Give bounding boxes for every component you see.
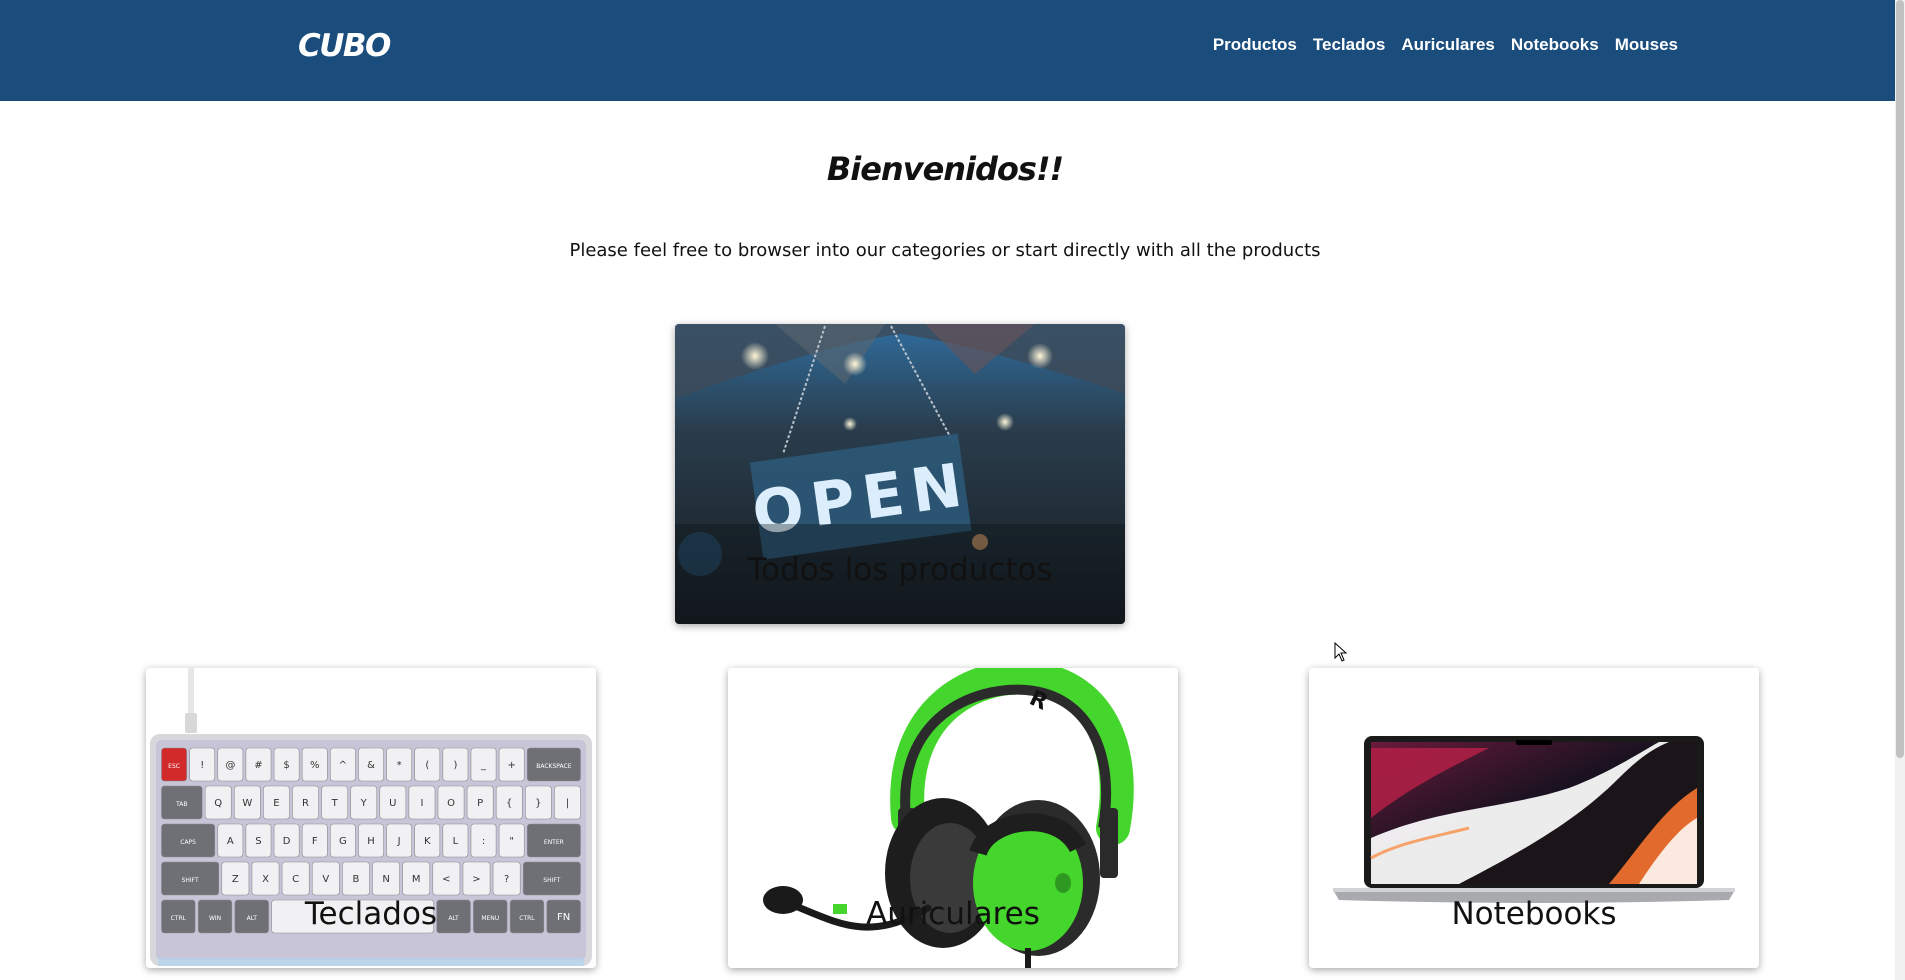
category-card-teclados[interactable]: ESC! @ # $% ^ & * () _ + BACKSPACE TAB Q W E R T Y U I O P {} |… bbox=[146, 668, 596, 968]
keycap-label: U bbox=[389, 798, 396, 809]
keycap-label: @ bbox=[225, 760, 235, 771]
category-card-auriculares[interactable]: R Auriculares bbox=[728, 668, 1178, 968]
keycap-label: Q bbox=[214, 798, 222, 809]
keycap-label: * bbox=[397, 760, 402, 771]
page-title: Bienvenidos!! bbox=[826, 150, 1064, 188]
keycap-label: _ bbox=[480, 760, 487, 771]
keycap-label: N bbox=[382, 874, 389, 885]
keycap-label: H bbox=[367, 836, 375, 847]
top-navbar: CUBO Productos Teclados Auriculares Note… bbox=[0, 0, 1895, 101]
category-label-all: Todos los productos bbox=[747, 552, 1053, 588]
page-subtitle: Please feel free to browser into our cat… bbox=[569, 240, 1321, 261]
keycap-label: J bbox=[397, 836, 401, 847]
nav-link-teclados[interactable]: Teclados bbox=[1313, 35, 1385, 55]
keycap-label: Y bbox=[360, 798, 368, 809]
keycap-label: R bbox=[302, 798, 309, 809]
keycap-label: { bbox=[506, 798, 512, 809]
nav-link-mouses[interactable]: Mouses bbox=[1615, 35, 1678, 55]
category-card-notebooks[interactable]: Notebooks bbox=[1309, 668, 1759, 968]
mouse-pointer-icon bbox=[1334, 642, 1348, 662]
keycap-label: I bbox=[420, 798, 423, 809]
keycap-label: C bbox=[292, 874, 299, 885]
keycap-label: < bbox=[442, 874, 450, 885]
keycap-label: V bbox=[322, 874, 329, 885]
keycap-label: G bbox=[339, 836, 347, 847]
keycap-label: T bbox=[331, 798, 339, 809]
keycap-label: : bbox=[482, 836, 485, 847]
page: CUBO Productos Teclados Auriculares Note… bbox=[0, 0, 1905, 980]
keycap-label: TAB bbox=[175, 801, 187, 808]
keycap-label: $ bbox=[283, 760, 289, 771]
keycap-label: W bbox=[242, 798, 252, 809]
keycap-label: SHIFT bbox=[182, 877, 199, 884]
category-label-teclados: Teclados bbox=[304, 896, 438, 932]
keycap-label: + bbox=[507, 760, 515, 771]
keycap-label: # bbox=[254, 760, 262, 771]
category-label-auriculares: Auriculares bbox=[866, 896, 1040, 932]
nav-link-notebooks[interactable]: Notebooks bbox=[1511, 35, 1599, 55]
keycap-label: | bbox=[566, 798, 569, 809]
keycap-label: D bbox=[283, 836, 291, 847]
keycap-label: S bbox=[255, 836, 261, 847]
keycap-label: ENTER bbox=[544, 839, 564, 846]
nav-link-auriculares[interactable]: Auriculares bbox=[1401, 35, 1495, 55]
keycap-label: SHIFT bbox=[543, 877, 560, 884]
keycap-label: % bbox=[310, 760, 320, 771]
keycap-label: & bbox=[367, 760, 375, 771]
keycap-label: Z bbox=[232, 874, 239, 885]
keycap-label: E bbox=[273, 798, 279, 809]
keycap-label: L bbox=[453, 836, 459, 847]
keycap-label: ! bbox=[200, 760, 204, 771]
keycap-label: ? bbox=[504, 874, 509, 885]
keycap-label: M bbox=[412, 874, 421, 885]
keycap-label: B bbox=[352, 874, 359, 885]
keycap-label: K bbox=[424, 836, 431, 847]
keycap-label: ESC bbox=[168, 763, 180, 770]
keycap-label: ^ bbox=[339, 760, 347, 771]
brand-logo[interactable]: CUBO bbox=[298, 28, 391, 64]
keycap-label: } bbox=[535, 798, 541, 809]
keycap-label: CAPS bbox=[180, 839, 196, 846]
category-label-notebooks: Notebooks bbox=[1451, 896, 1617, 932]
keycap-label: X bbox=[262, 874, 269, 885]
nav-links: Productos Teclados Auriculares Notebooks… bbox=[1213, 35, 1678, 55]
keycap-label: BACKSPACE bbox=[536, 763, 571, 770]
page-scrollbar[interactable] bbox=[1895, 0, 1905, 980]
keycap-label: A bbox=[227, 836, 234, 847]
keycap-label: P bbox=[477, 798, 483, 809]
keycap-label: F bbox=[312, 836, 318, 847]
keycap-label: O bbox=[447, 798, 455, 809]
nav-link-productos[interactable]: Productos bbox=[1213, 35, 1297, 55]
keycap-label: > bbox=[472, 874, 480, 885]
scrollbar-thumb[interactable] bbox=[1896, 0, 1904, 758]
keycap-label: " bbox=[509, 836, 514, 847]
keycap-label: ) bbox=[453, 760, 457, 771]
category-card-all-products[interactable]: OPEN Todos los productos bbox=[675, 324, 1125, 624]
keycap-label: ( bbox=[425, 760, 429, 771]
